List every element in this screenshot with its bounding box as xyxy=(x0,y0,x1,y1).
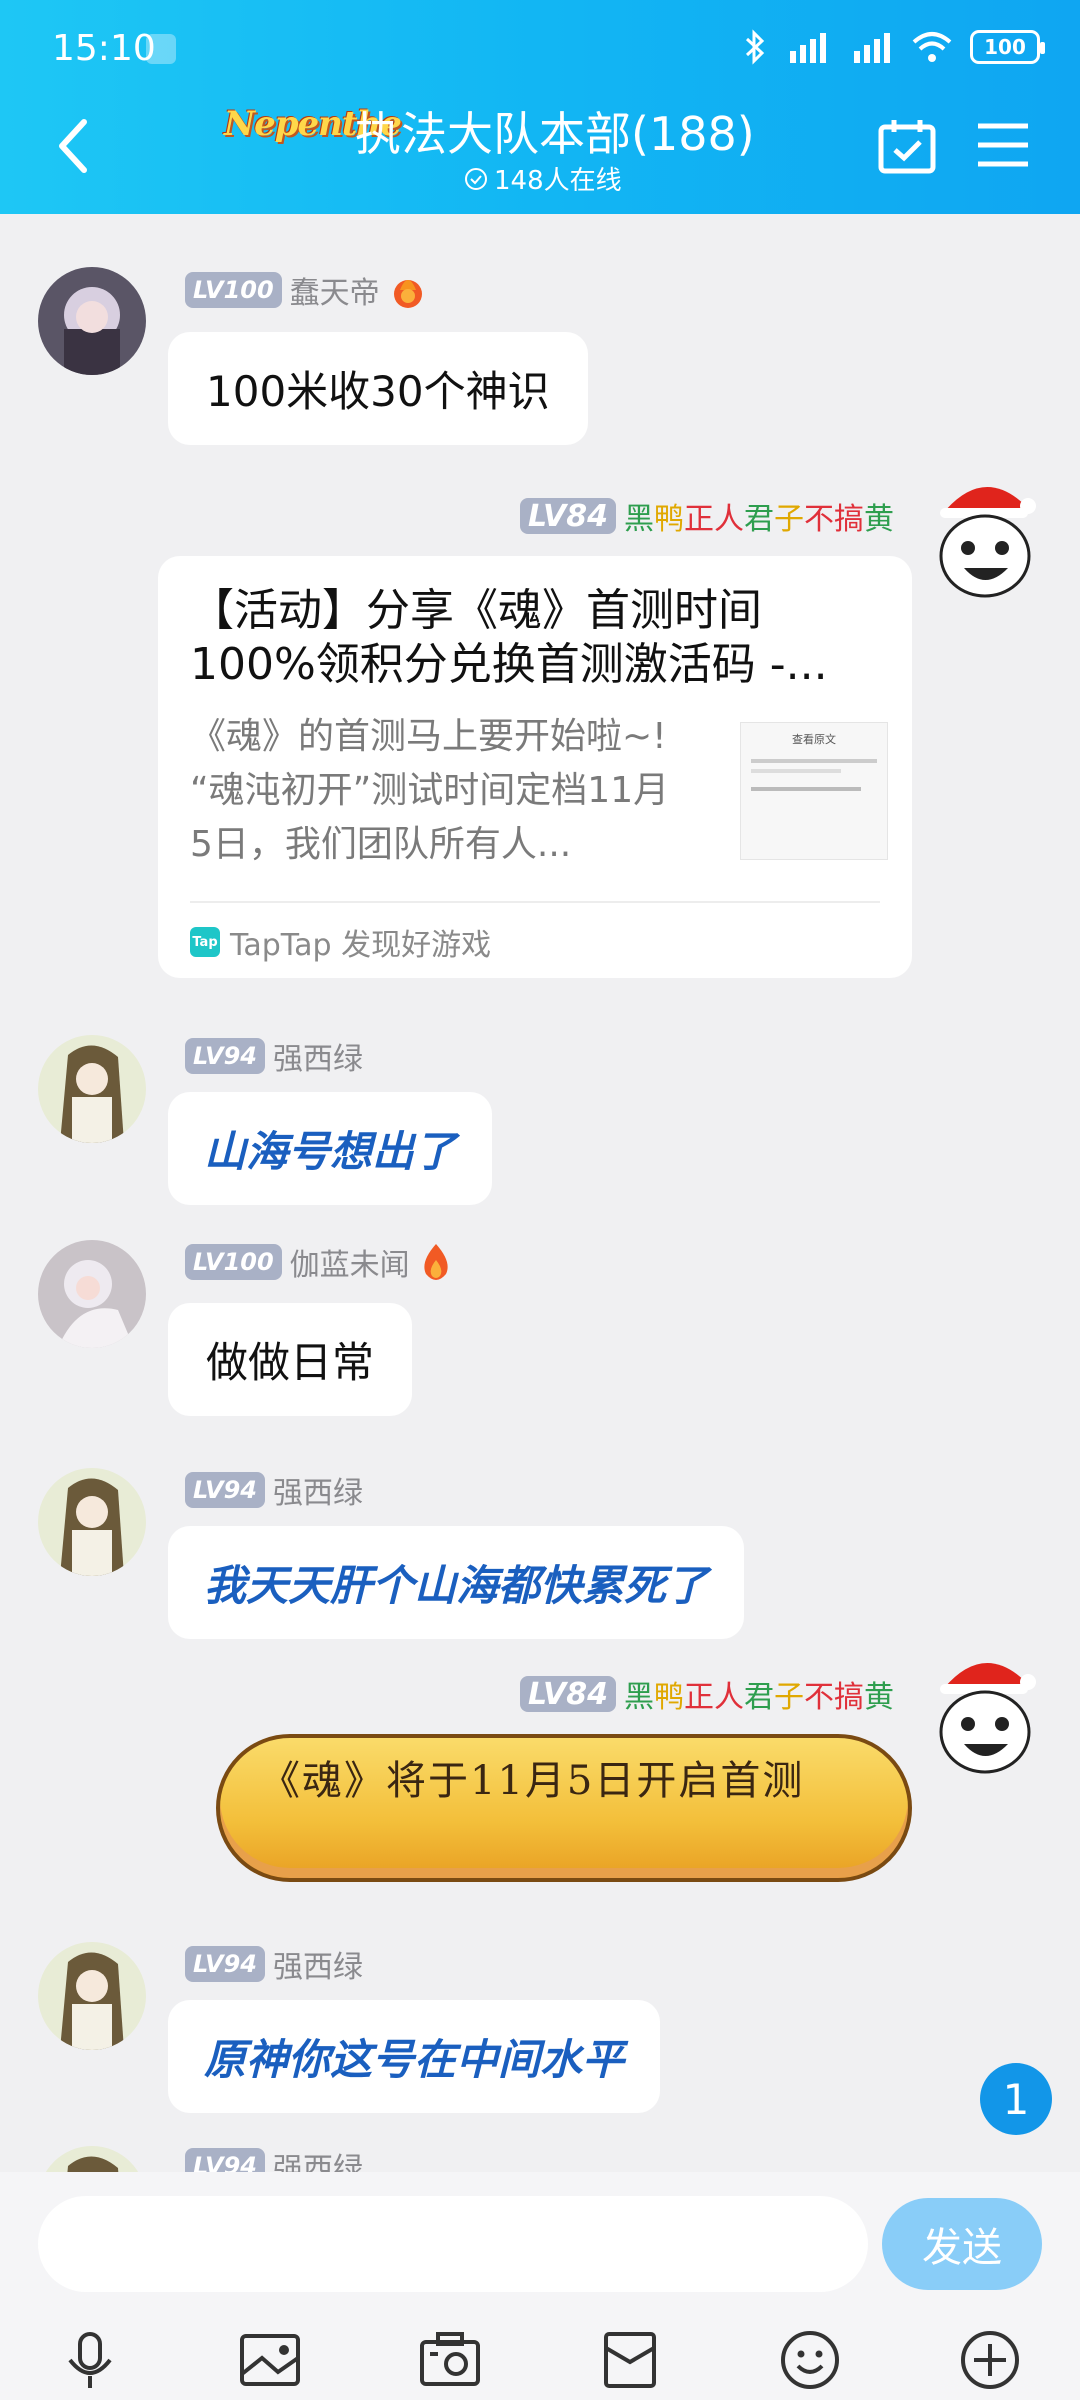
signal-icon-2 xyxy=(854,33,890,63)
sender-name[interactable]: 黑鸭正人君子不搞黄 xyxy=(624,1672,894,1716)
sender-name-char: 搞 xyxy=(833,502,864,537)
fire-icon xyxy=(424,1244,448,1280)
sender-meta: LV94 强西绿 xyxy=(185,1034,363,1078)
sender-meta: LV94 强西绿 xyxy=(185,1942,363,1986)
fire-icon xyxy=(393,280,422,308)
taptap-icon: Tap xyxy=(190,927,220,957)
link-card[interactable]: 【活动】分享《魂》首测时间100%领积分兑换首测激活码 -... 《魂》的首测马… xyxy=(158,556,912,978)
unread-badge[interactable]: 1 xyxy=(980,2063,1052,2135)
level-badge: LV84 xyxy=(520,498,616,534)
sender-name[interactable]: 蠢天帝 xyxy=(290,268,380,312)
sender-name-char: 人 xyxy=(713,1680,744,1715)
sender-name-char: 鸭 xyxy=(653,1680,684,1715)
card-description: 《魂》的首测马上要开始啦~! “魂沌初开”测试时间定档11月5日，我们团队所有人… xyxy=(190,716,670,865)
sender-name-char: 鸭 xyxy=(653,502,684,537)
sender-name-char: 正 xyxy=(683,1680,714,1715)
card-divider xyxy=(190,901,880,903)
card-source: Tap TapTap 发现好游戏 xyxy=(190,920,491,964)
message-bubble[interactable]: 山海号想出了 xyxy=(168,1092,493,1205)
battery-icon: 100 xyxy=(970,30,1045,64)
card-title: 【活动】分享《魂》首测时间100%领积分兑换首测激活码 -... xyxy=(190,585,828,690)
signal-icon xyxy=(790,33,826,63)
sender-name-char: 子 xyxy=(773,1680,804,1715)
plus-icon[interactable] xyxy=(958,2328,1022,2392)
sticker-text: 《魂》将于11月5日开启首测 xyxy=(260,1758,805,1804)
menu-button[interactable] xyxy=(976,120,1030,170)
emoji-icon[interactable] xyxy=(778,2328,842,2392)
card-source-text: TapTap 发现好游戏 xyxy=(230,928,492,963)
avatar[interactable] xyxy=(38,1468,146,1576)
sender-name-char: 黑 xyxy=(623,502,654,537)
send-button[interactable]: 发送 xyxy=(882,2198,1042,2290)
online-count: 148人在线 xyxy=(464,160,622,197)
sender-meta: LV84 黑鸭正人君子不搞黄 xyxy=(520,494,894,538)
online-icon xyxy=(465,167,487,190)
sender-meta: LV100 蠢天帝 xyxy=(185,268,428,312)
sender-name-char: 搞 xyxy=(833,1680,864,1715)
avatar[interactable] xyxy=(38,1942,146,2050)
sender-name-char: 君 xyxy=(743,1680,774,1715)
message-bubble[interactable]: 我天天肝个山海都快累死了 xyxy=(168,1526,745,1639)
sticker-message[interactable]: 《魂》将于11月5日开启首测 xyxy=(216,1734,912,1882)
sender-name[interactable]: 强西绿 xyxy=(273,1468,363,1512)
sender-name-char: 正 xyxy=(683,502,714,537)
bluetooth-icon xyxy=(745,29,765,65)
level-badge: LV94 xyxy=(185,1946,265,1982)
message-input[interactable] xyxy=(38,2196,868,2292)
sender-name-char: 黄 xyxy=(863,502,894,537)
status-icons: 100 xyxy=(744,24,1045,70)
avatar[interactable] xyxy=(930,1648,1040,1778)
chat-header: 15:10 100 Nepenthe 执法大队本部(188) 148人在线 xyxy=(0,0,1080,214)
sender-name-char: 黄 xyxy=(863,1680,894,1715)
level-badge: LV100 xyxy=(185,272,282,308)
folder-icon[interactable] xyxy=(598,2328,662,2392)
level-badge: LV94 xyxy=(185,1038,265,1074)
online-count-text: 148人在线 xyxy=(494,166,622,196)
sender-name[interactable]: 强西绿 xyxy=(273,1034,363,1078)
avatar[interactable] xyxy=(38,267,146,375)
microphone-icon[interactable] xyxy=(58,2328,122,2392)
level-badge: LV100 xyxy=(185,1244,282,1280)
back-button[interactable] xyxy=(50,116,94,176)
sender-name[interactable]: 黑鸭正人君子不搞黄 xyxy=(624,494,894,538)
message-bubble[interactable]: 原神你这号在中间水平 xyxy=(168,2000,661,2113)
sender-name-char: 不 xyxy=(803,502,834,537)
avatar[interactable] xyxy=(38,1035,146,1143)
sender-name-char: 子 xyxy=(773,502,804,537)
message-bubble[interactable]: 做做日常 xyxy=(168,1303,413,1416)
level-badge: LV94 xyxy=(185,1472,265,1508)
sender-name[interactable]: 强西绿 xyxy=(273,1942,363,1986)
input-bar: 发送 xyxy=(0,2172,1080,2400)
sender-meta: LV94 强西绿 xyxy=(185,1468,363,1512)
thumbnail-title: 查看原文 xyxy=(792,733,836,746)
sender-meta: LV84 黑鸭正人君子不搞黄 xyxy=(520,1672,894,1716)
group-title[interactable]: 执法大队本部(188) xyxy=(355,98,755,164)
sender-name-char: 人 xyxy=(713,502,744,537)
sender-meta: LV100 伽蓝未闻 xyxy=(185,1240,454,1284)
calendar-check-button[interactable] xyxy=(878,118,936,174)
message-bubble[interactable]: 100米收30个神识 xyxy=(168,332,588,445)
card-thumbnail: 查看原文 xyxy=(740,722,888,860)
image-icon[interactable] xyxy=(238,2328,302,2392)
sender-name[interactable]: 伽蓝未闻 xyxy=(290,1240,410,1284)
input-toolbar xyxy=(0,2308,1080,2400)
sender-name-char: 君 xyxy=(743,502,774,537)
avatar[interactable] xyxy=(930,472,1040,602)
sender-name-char: 黑 xyxy=(623,1680,654,1715)
wifi-icon xyxy=(912,32,952,62)
avatar[interactable] xyxy=(38,1240,146,1348)
level-badge: LV84 xyxy=(520,1676,616,1712)
camera-icon[interactable] xyxy=(418,2328,482,2392)
status-time: 15:10 xyxy=(52,28,156,69)
sender-name-char: 不 xyxy=(803,1680,834,1715)
location-icon xyxy=(146,34,176,64)
